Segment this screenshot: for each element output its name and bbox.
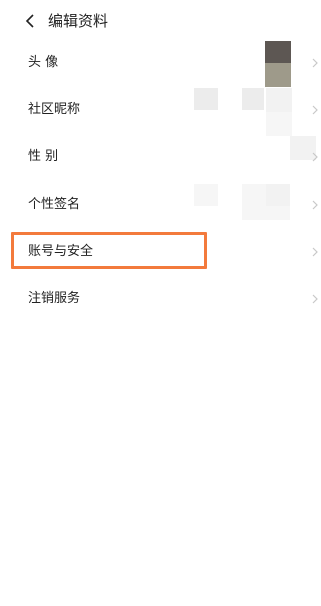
row-signature[interactable]: 个性签名 <box>0 182 321 228</box>
row-avatar[interactable]: 头 像 <box>0 40 321 86</box>
header-bar: 编辑资料 <box>0 0 321 42</box>
chevron-left-icon <box>25 14 34 28</box>
highlight-box <box>11 232 207 269</box>
chevron-right-icon <box>312 200 318 210</box>
chevron-right-icon <box>312 294 318 304</box>
row-label: 社区昵称 <box>28 102 81 117</box>
row-label: 注销服务 <box>28 291 81 306</box>
row-label: 性 别 <box>28 149 59 164</box>
row-label: 个性签名 <box>28 197 81 212</box>
chevron-right-icon <box>312 58 318 68</box>
row-cancel-service[interactable]: 注销服务 <box>0 276 321 322</box>
row-label: 头 像 <box>28 55 59 70</box>
chevron-right-icon <box>312 247 318 257</box>
page-title: 编辑资料 <box>48 12 109 30</box>
back-button[interactable] <box>20 10 42 32</box>
row-gender[interactable]: 性 别 <box>0 134 321 180</box>
chevron-right-icon <box>312 105 318 115</box>
edit-profile-page: 编辑资料 头 像 社区昵称 性 别 个性签名 账号与安全 注销服务 <box>0 0 321 606</box>
row-nickname[interactable]: 社区昵称 <box>0 87 321 133</box>
chevron-right-icon <box>312 152 318 162</box>
